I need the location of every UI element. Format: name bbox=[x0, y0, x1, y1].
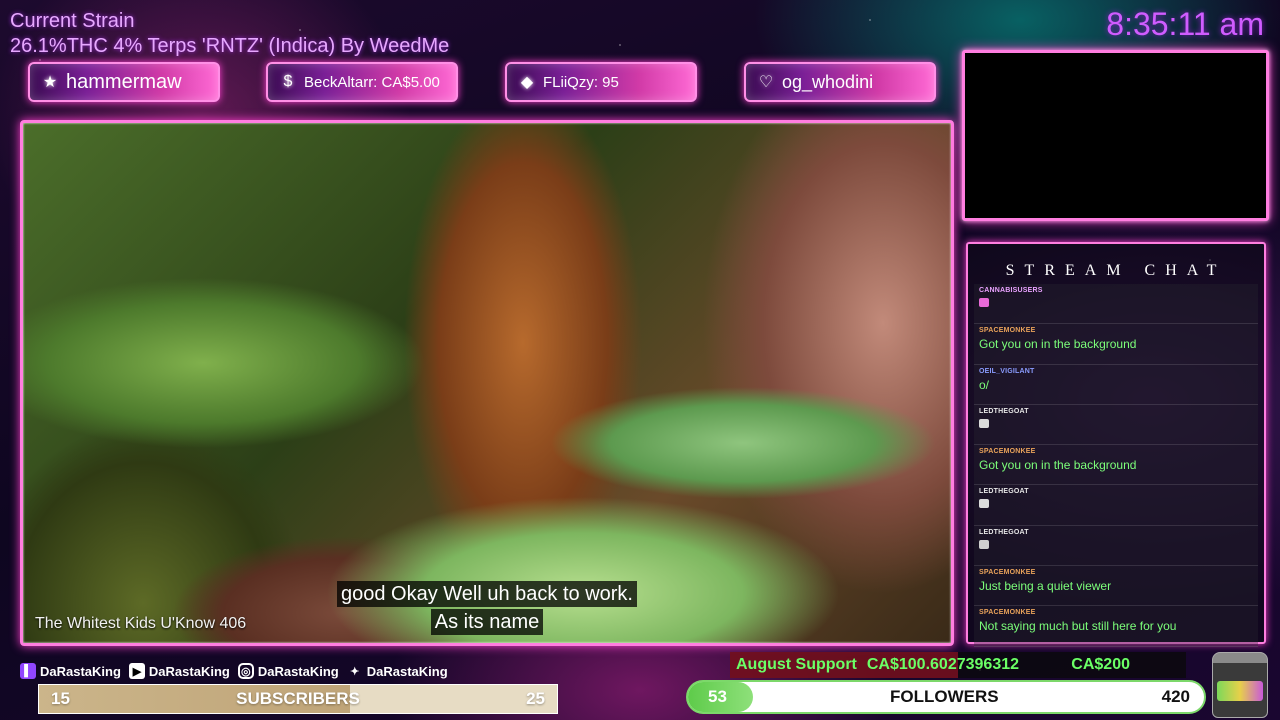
august-support-bar: August Support CA$100.6027396312 CA$200 bbox=[730, 652, 1186, 678]
chat-username[interactable]: LEDTHEGOAT bbox=[979, 488, 1254, 495]
chat-text: Just being a quiet viewer bbox=[979, 579, 1112, 594]
social-links: ▌ DaRastaKing ▶ DaRastaKing ◎ DaRastaKin… bbox=[16, 663, 448, 679]
chat-username[interactable]: SPACEMONKEE bbox=[979, 609, 1254, 616]
chat-text: Not saying much but still here for you bbox=[979, 619, 1177, 634]
social-handle[interactable]: DaRastaKing bbox=[258, 664, 339, 679]
jar-icon bbox=[1212, 652, 1268, 718]
chat-message: SPACEMONKEE Got you on in the background bbox=[974, 445, 1258, 486]
chat-message: LEDTHEGOAT bbox=[974, 485, 1258, 526]
strain-title: Current Strain bbox=[10, 10, 135, 32]
august-support-label: August Support bbox=[736, 656, 857, 673]
badge-label: FLiiQzy: 95 bbox=[543, 73, 619, 91]
main-video[interactable]: The Whitest Kids U'Know 406 good Okay We… bbox=[20, 120, 954, 646]
chat-message: SPACEMONKEE Just being a quiet viewer bbox=[974, 566, 1258, 607]
august-support-goal: CA$200 bbox=[1071, 656, 1130, 673]
chat-username[interactable]: SPACEMONKEE bbox=[979, 327, 1254, 334]
chat-message: CANNABISUSERS bbox=[974, 284, 1258, 325]
heart-icon: ♡ bbox=[758, 74, 774, 91]
chat-list: CANNABISUSERS SPACEMONKEE Got you on in th… bbox=[974, 284, 1258, 647]
social-handle[interactable]: DaRastaKing bbox=[149, 664, 230, 679]
august-support-current: CA$100.6027396312 bbox=[866, 656, 1020, 673]
chat-username[interactable]: LEDTHEGOAT bbox=[979, 408, 1254, 415]
followers-goal-bar: 53 FOLLOWERS 420 bbox=[686, 680, 1206, 714]
clock: 8:35:11 am bbox=[1106, 6, 1264, 42]
chat-emote-icon bbox=[979, 298, 989, 307]
subtitles: good Okay Well uh back to work. As its n… bbox=[23, 581, 951, 635]
chat-message: LEDTHEGOAT bbox=[974, 404, 1258, 446]
latest-subscriber-badge: ♡ og_whodini bbox=[744, 62, 936, 102]
chat-header: STREAM CHAT bbox=[1005, 262, 1227, 279]
chat-emote-icon bbox=[979, 499, 989, 509]
badge-label: BeckAltarr: CA$5.00 bbox=[304, 73, 440, 91]
chat-username[interactable]: SPACEMONKEE bbox=[979, 448, 1254, 455]
latest-follower-badge: ★ hammermaw bbox=[28, 62, 220, 102]
chat-emote-icon bbox=[979, 539, 989, 549]
chat-username[interactable]: OEIL_VIGILANT bbox=[979, 368, 1254, 375]
chat-text: Got you on in the background bbox=[979, 458, 1137, 473]
chat-message: OEIL_VIGILANT o/ bbox=[974, 364, 1258, 405]
subtitle-line: As its name bbox=[430, 609, 544, 635]
followers-label: FOLLOWERS bbox=[889, 687, 999, 706]
subscribers-goal-bar: 15 SUBSCRIBERS 25 bbox=[38, 684, 558, 714]
diamond-icon: ◆ bbox=[520, 74, 534, 91]
twitch-icon: ▌ bbox=[20, 663, 36, 679]
chat-username[interactable]: CANNABISUSERS bbox=[979, 287, 1254, 294]
followers-goal: 420 bbox=[1161, 687, 1190, 706]
chat-username[interactable]: SPACEMONKEE bbox=[979, 569, 1254, 576]
webcam-frame bbox=[962, 50, 1269, 221]
badge-label: og_whodini bbox=[782, 71, 874, 92]
stream-chat[interactable]: STREAM CHAT CANNABISUSERS SPACEMONKEE Got … bbox=[966, 242, 1266, 647]
star-icon: ★ bbox=[42, 74, 58, 91]
subscribers-label: SUBSCRIBERS bbox=[236, 689, 360, 708]
latest-donation-badge: $ BeckAltarr: CA$5.00 bbox=[266, 62, 458, 102]
chat-text: o/ bbox=[979, 377, 990, 392]
followers-current: 53 bbox=[708, 687, 727, 706]
chat-text: Got you on in the background bbox=[979, 337, 1137, 352]
chat-message: SPACEMONKEE Got you on in the background bbox=[974, 324, 1258, 365]
badge-label: hammermaw bbox=[66, 70, 182, 93]
subtitle-line: good Okay Well uh back to work. bbox=[337, 581, 637, 607]
chat-message: LEDTHEGOAT bbox=[974, 525, 1258, 567]
subscribers-goal: 25 bbox=[526, 689, 545, 708]
subscribers-current: 15 bbox=[51, 689, 70, 708]
youtube-icon: ▶ bbox=[128, 663, 145, 679]
social-handle[interactable]: DaRastaKing bbox=[367, 664, 448, 679]
jar-label bbox=[1217, 681, 1263, 701]
social-handle[interactable]: DaRastaKing bbox=[40, 664, 121, 679]
chat-username[interactable]: LEDTHEGOAT bbox=[979, 529, 1254, 536]
dollar-icon: $ bbox=[283, 73, 293, 90]
chat-emote-icon bbox=[979, 418, 989, 428]
twitter-icon: ✦ bbox=[350, 665, 360, 678]
instagram-icon: ◎ bbox=[237, 663, 254, 679]
chat-message: SPACEMONKEE Not saying much but still her… bbox=[974, 606, 1258, 647]
latest-bits-badge: ◆ FLiiQzy: 95 bbox=[505, 62, 697, 102]
strain-info: 26.1%THC 4% Terps 'RNTZ' (Indica) By Wee… bbox=[10, 35, 450, 57]
